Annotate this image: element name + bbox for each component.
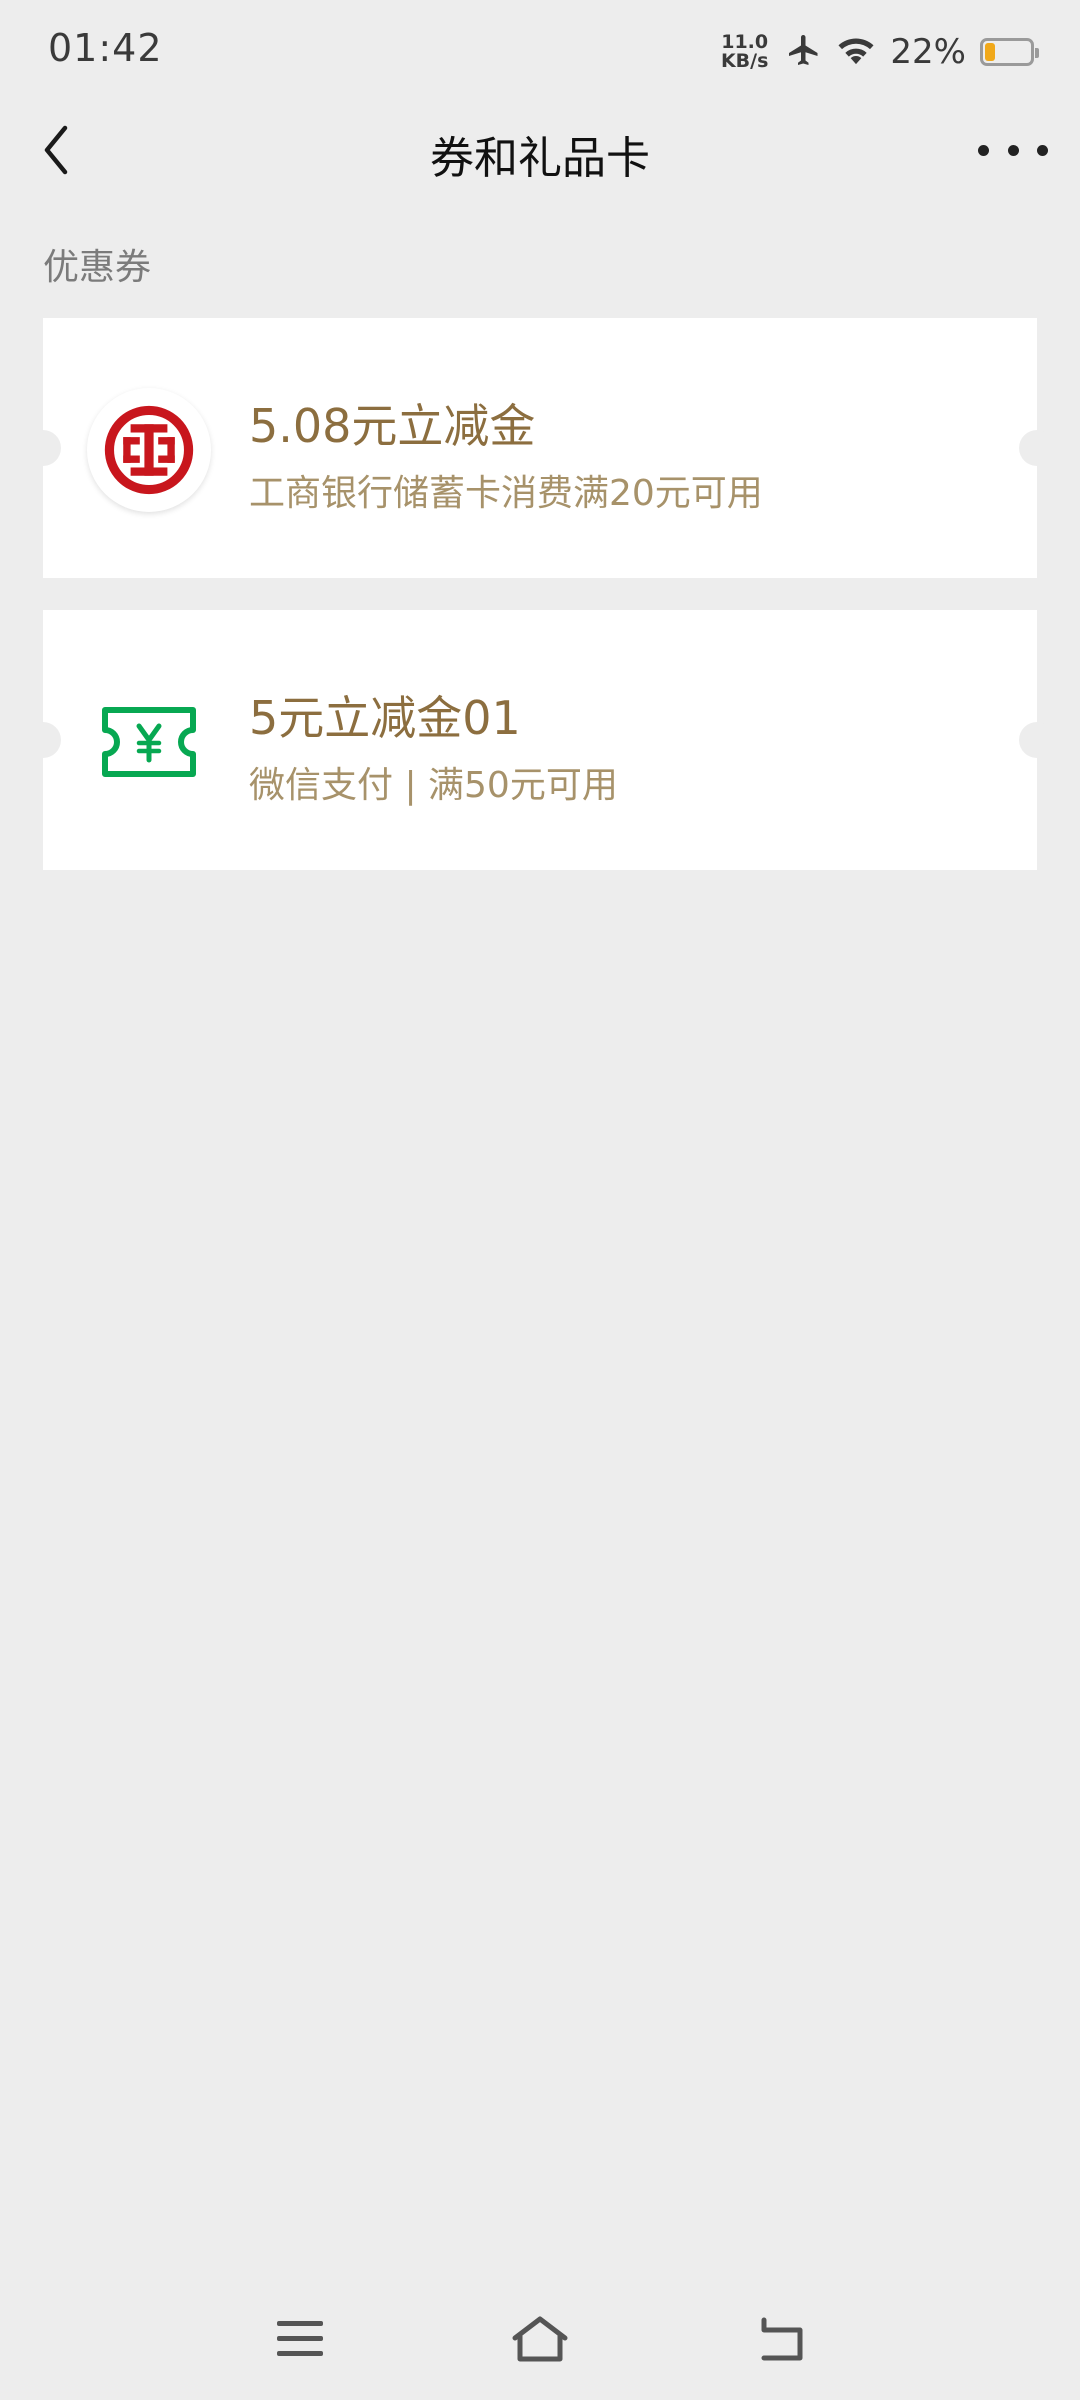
menu-button[interactable]: [265, 2304, 335, 2374]
home-button[interactable]: [505, 2304, 575, 2374]
network-speed: 11.0 KB/s: [721, 33, 768, 71]
battery-fill: [985, 43, 995, 61]
system-nav-bar: [0, 2290, 1080, 2380]
ticket-notch: [1019, 430, 1055, 466]
coupon-description: 微信支付 | 满50元可用: [249, 765, 618, 806]
coupon-logo: [87, 388, 211, 512]
more-button[interactable]: [978, 126, 1048, 174]
screen: 01:42 11.0 KB/s 22% 券和礼品卡 优惠券 5.08元立减金 工…: [0, 0, 1080, 2400]
coupon-card[interactable]: 5.08元立减金 工商银行储蓄卡消费满20元可用: [25, 318, 1055, 578]
coupon-title: 5.08元立减金: [249, 399, 536, 453]
more-dot-icon: [978, 144, 989, 156]
battery-percent: 22%: [890, 32, 966, 72]
status-indicators: 11.0 KB/s 22%: [721, 28, 1039, 76]
more-dot-icon: [1007, 144, 1019, 156]
ticket-notch: [1019, 722, 1055, 758]
home-icon: [512, 2316, 568, 2362]
yuan-ticket-icon: [102, 707, 196, 777]
ticket-notch: [25, 722, 61, 758]
airplane-icon: [786, 32, 822, 72]
coupon-description: 工商银行储蓄卡消费满20元可用: [249, 473, 763, 514]
back-nav-button[interactable]: [745, 2304, 815, 2374]
nav-bar: 券和礼品卡: [0, 100, 1080, 200]
icbc-logo-icon: [87, 388, 211, 512]
coupon-card[interactable]: 5元立减金01 微信支付 | 满50元可用: [25, 610, 1055, 870]
more-dot-icon: [1037, 144, 1048, 156]
page-title: 券和礼品卡: [430, 133, 650, 184]
coupon-title: 5元立减金01: [249, 691, 521, 745]
network-speed-unit: KB/s: [720, 50, 769, 72]
menu-icon: [277, 2321, 323, 2356]
ticket-notch: [25, 430, 61, 466]
status-bar: 01:42 11.0 KB/s 22%: [0, 0, 1080, 100]
wifi-icon: [836, 32, 876, 72]
return-icon: [761, 2317, 803, 2361]
battery-icon: [980, 38, 1039, 66]
status-time: 01:42: [48, 26, 163, 70]
section-label: 优惠券: [43, 247, 152, 288]
coupon-logo: [87, 680, 211, 804]
